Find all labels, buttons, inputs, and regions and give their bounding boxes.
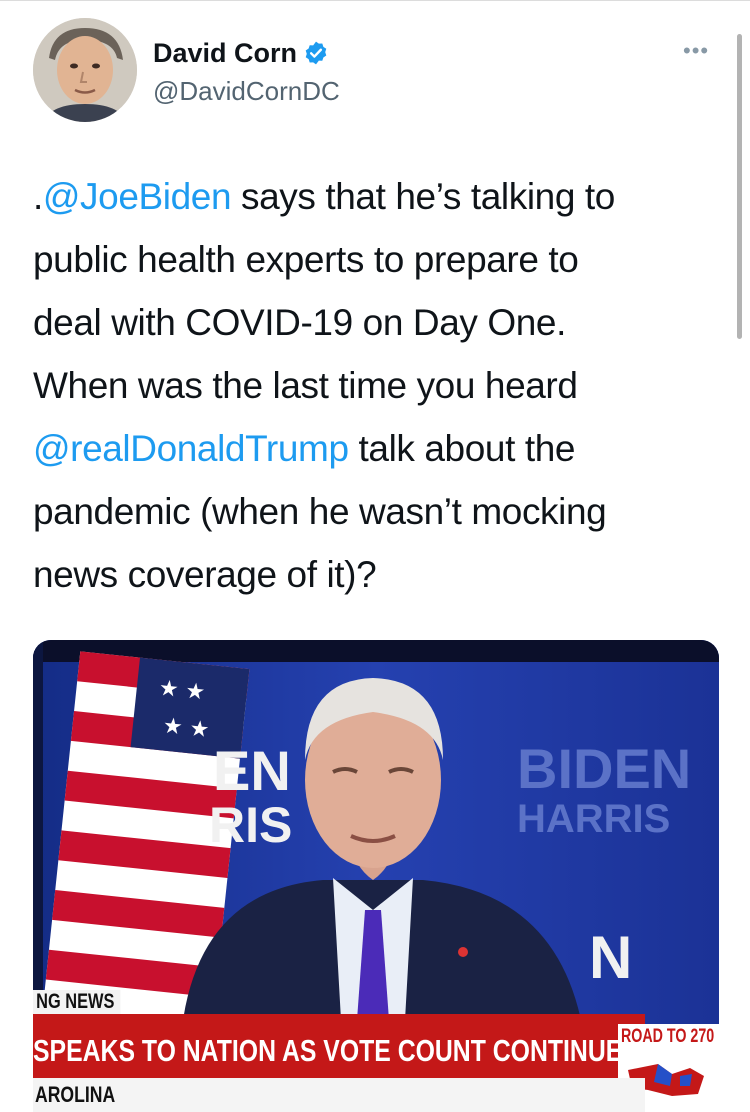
lower-third-text: AROLINA bbox=[35, 1082, 116, 1107]
lower-third-strip bbox=[33, 1078, 645, 1112]
road-to-270-label: ROAD TO 270 bbox=[621, 1026, 715, 1047]
backdrop-text-left-1: EN bbox=[213, 739, 291, 802]
mention-link[interactable]: @JoeBiden bbox=[43, 176, 232, 217]
svg-text:★ ★: ★ ★ bbox=[162, 713, 211, 743]
tweet-media-image[interactable]: ★ ★ ★ ★ EN RIS BIDEN HARRIS N NG NEWS SP… bbox=[33, 640, 719, 1112]
tweet-text-segment: . bbox=[33, 176, 43, 217]
ellipsis-icon[interactable]: ••• bbox=[683, 38, 709, 64]
author-name-row[interactable]: David Corn bbox=[153, 36, 329, 70]
mention-link[interactable]: @realDonaldTrump bbox=[33, 428, 349, 469]
svg-text:★ ★: ★ ★ bbox=[158, 676, 207, 706]
avatar[interactable] bbox=[33, 18, 137, 122]
top-divider bbox=[0, 0, 750, 1]
ticker-text: SPEAKS TO NATION AS VOTE COUNT CONTINUES bbox=[33, 1033, 639, 1068]
author-handle[interactable]: @DavidCornDC bbox=[153, 76, 340, 107]
tweet-text: .@JoeBiden says that he’s talking to pub… bbox=[33, 165, 723, 606]
svg-text:N: N bbox=[589, 924, 632, 991]
backdrop-text-right-1: BIDEN bbox=[517, 737, 691, 800]
display-name[interactable]: David Corn bbox=[153, 38, 297, 69]
verified-badge-icon bbox=[305, 41, 327, 65]
ticker-tag: NG NEWS bbox=[33, 990, 121, 1014]
scrollbar[interactable] bbox=[737, 34, 742, 339]
backdrop-text-right-2: HARRIS bbox=[517, 797, 670, 841]
backdrop-text-left-2: RIS bbox=[209, 797, 292, 853]
